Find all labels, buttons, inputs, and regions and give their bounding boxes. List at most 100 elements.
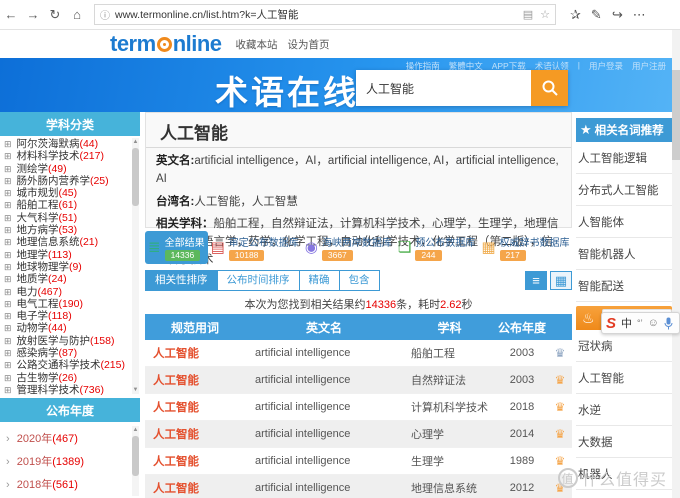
- sort-button[interactable]: 包含: [339, 270, 380, 291]
- refresh-icon[interactable]: ↻: [44, 7, 66, 23]
- recommend-item[interactable]: 分布式人工智能: [576, 174, 672, 206]
- subject-item[interactable]: ⊞ 公路交通科学技术(215): [4, 359, 140, 371]
- subject-item[interactable]: ⊞ 材料科学技术(217): [4, 150, 140, 162]
- year-scroll-thumb[interactable]: [132, 436, 139, 476]
- recommend-item[interactable]: 人工智能逻辑: [576, 142, 672, 174]
- subject-item[interactable]: ⊞ 地理信息系统(21): [4, 236, 140, 248]
- expand-icon[interactable]: ⊞: [4, 311, 12, 321]
- list-view-icon[interactable]: ≡: [525, 271, 547, 290]
- table-row[interactable]: 人工智能 artificial intelligence 自然辩证法 2003 …: [145, 367, 572, 394]
- subject-item[interactable]: ⊞ 电气工程(190): [4, 298, 140, 310]
- emoji-icon[interactable]: ☺: [648, 317, 659, 329]
- expand-icon[interactable]: ⊞: [4, 139, 12, 149]
- expand-icon[interactable]: ⊞: [4, 348, 12, 358]
- recommend-item[interactable]: 人智能体: [576, 206, 672, 238]
- header-link[interactable]: 收藏本站: [236, 37, 278, 52]
- database-tab[interactable]: ≣ 全部结果 14336: [145, 231, 208, 264]
- table-row[interactable]: 人工智能 artificial intelligence 心理学 2014 ♛: [145, 421, 572, 448]
- subject-item[interactable]: ⊞ 管理科学技术(736): [4, 384, 140, 396]
- sort-button[interactable]: 相关性排序: [145, 270, 218, 291]
- search-input[interactable]: [356, 70, 531, 106]
- hot-word-item[interactable]: 水逆: [576, 394, 672, 426]
- table-row[interactable]: 人工智能 artificial intelligence 计算机科学技术 201…: [145, 394, 572, 421]
- hot-word-item[interactable]: 人工智能: [576, 362, 672, 394]
- term-link[interactable]: 人工智能: [145, 453, 245, 469]
- expand-icon[interactable]: ⊞: [4, 336, 12, 346]
- expand-icon[interactable]: ⊞: [4, 373, 12, 383]
- term-link[interactable]: 人工智能: [145, 372, 245, 388]
- expand-icon[interactable]: ⊞: [4, 385, 12, 395]
- sogou-logo-icon[interactable]: S: [606, 315, 616, 332]
- term-link[interactable]: 人工智能: [145, 345, 245, 361]
- scroll-down-icon[interactable]: ▼: [132, 386, 139, 394]
- subject-item[interactable]: ⊞ 感染病学(87): [4, 347, 140, 359]
- database-tab[interactable]: ◉ 海峡两岸数据库 3667: [302, 231, 395, 264]
- subject-item[interactable]: ⊞ 电子学(118): [4, 310, 140, 322]
- expand-icon[interactable]: ⊞: [4, 299, 12, 309]
- expand-icon[interactable]: ⊞: [4, 213, 12, 223]
- home-icon[interactable]: ⌂: [66, 7, 88, 22]
- database-tab[interactable]: ▦ 权威辞书数据库 217: [478, 231, 572, 264]
- expand-icon[interactable]: ⊞: [4, 287, 12, 297]
- more-menu-icon[interactable]: ⋯: [633, 7, 646, 23]
- search-button[interactable]: [531, 70, 568, 106]
- expand-icon[interactable]: ⊞: [4, 250, 12, 260]
- year-item[interactable]: › 2018年(561): [6, 474, 140, 497]
- banner-nav-link[interactable]: |: [578, 60, 580, 72]
- expand-icon[interactable]: ⊞: [4, 164, 12, 174]
- database-tab[interactable]: ❏ 预公布数据库 244: [395, 231, 478, 264]
- ime-language-toggle[interactable]: 中: [621, 315, 632, 331]
- table-row[interactable]: 人工智能 artificial intelligence 船舶工程 2003 ♛: [145, 340, 572, 367]
- subject-item[interactable]: ⊞ 测绘学(49): [4, 163, 140, 175]
- banner-nav-link[interactable]: 用户登录: [589, 60, 623, 72]
- term-link[interactable]: 人工智能: [145, 480, 245, 496]
- subject-item[interactable]: ⊞ 城市规划(45): [4, 187, 140, 199]
- subject-item[interactable]: ⊞ 大气科学(51): [4, 212, 140, 224]
- back-icon[interactable]: ←: [0, 7, 22, 22]
- hub-icon[interactable]: ✰: [570, 7, 581, 23]
- year-item[interactable]: › 2019年(1389): [6, 451, 140, 474]
- subject-item[interactable]: ⊞ 船舶工程(61): [4, 199, 140, 211]
- sort-button[interactable]: 公布时间排序: [217, 270, 300, 291]
- address-bar[interactable]: ⓘ www.termonline.cn/list.htm?k=人工智能 ▤ ☆: [94, 4, 556, 25]
- table-row[interactable]: 人工智能 artificial intelligence 生理学 1989 ♛: [145, 448, 572, 475]
- subject-item[interactable]: ⊞ 地理学(113): [4, 249, 140, 261]
- expand-icon[interactable]: ⊞: [4, 323, 12, 333]
- sort-button[interactable]: 精确: [299, 270, 340, 291]
- reading-view-icon[interactable]: ▤: [523, 8, 533, 21]
- recommend-item[interactable]: 智能机器人: [576, 238, 672, 270]
- subject-item[interactable]: ⊞ 地方病学(53): [4, 224, 140, 236]
- expand-icon[interactable]: ⊞: [4, 262, 12, 272]
- subject-item[interactable]: ⊞ 地质学(24): [4, 273, 140, 285]
- term-link[interactable]: 人工智能: [145, 399, 245, 415]
- subject-item[interactable]: ⊞ 肠外肠内营养学(25): [4, 175, 140, 187]
- recommend-item[interactable]: 智能配送: [576, 270, 672, 302]
- subject-item[interactable]: ⊞ 古生物学(26): [4, 372, 140, 384]
- grid-view-icon[interactable]: ▦: [550, 271, 572, 290]
- subject-item[interactable]: ⊞ 阿尔茨海默病(44): [4, 138, 140, 150]
- expand-icon[interactable]: ⊞: [4, 225, 12, 235]
- subject-item[interactable]: ⊞ 放射医学与防护(158): [4, 335, 140, 347]
- table-row[interactable]: 人工智能 artificial intelligence 地理信息系统 2012…: [145, 475, 572, 498]
- microphone-icon[interactable]: [664, 317, 673, 330]
- page-scrollbar[interactable]: [672, 30, 680, 498]
- expand-icon[interactable]: ⊞: [4, 151, 12, 161]
- expand-icon[interactable]: ⊞: [4, 237, 12, 247]
- site-info-icon[interactable]: ⓘ: [100, 7, 110, 22]
- header-link[interactable]: 设为首页: [288, 37, 330, 52]
- expand-icon[interactable]: ⊞: [4, 188, 12, 198]
- subject-scroll-thumb[interactable]: [132, 148, 139, 206]
- hot-word-item[interactable]: 冠状病: [576, 330, 672, 362]
- expand-icon[interactable]: ⊞: [4, 176, 12, 186]
- web-note-pen-icon[interactable]: ✎: [591, 7, 602, 23]
- ime-punctuation-toggle[interactable]: °’: [637, 318, 643, 328]
- year-scroll-up-icon[interactable]: ▲: [132, 426, 139, 434]
- subject-item[interactable]: ⊞ 地球物理学(9): [4, 261, 140, 273]
- database-tab[interactable]: ▤ 审定公布数据库 10188: [208, 231, 302, 264]
- year-item[interactable]: › 2020年(467): [6, 428, 140, 451]
- subject-item[interactable]: ⊞ 动物学(44): [4, 322, 140, 334]
- share-icon[interactable]: ↪: [612, 7, 623, 23]
- page-scroll-thumb[interactable]: [672, 70, 680, 160]
- expand-icon[interactable]: ⊞: [4, 274, 12, 284]
- expand-icon[interactable]: ⊞: [4, 200, 12, 210]
